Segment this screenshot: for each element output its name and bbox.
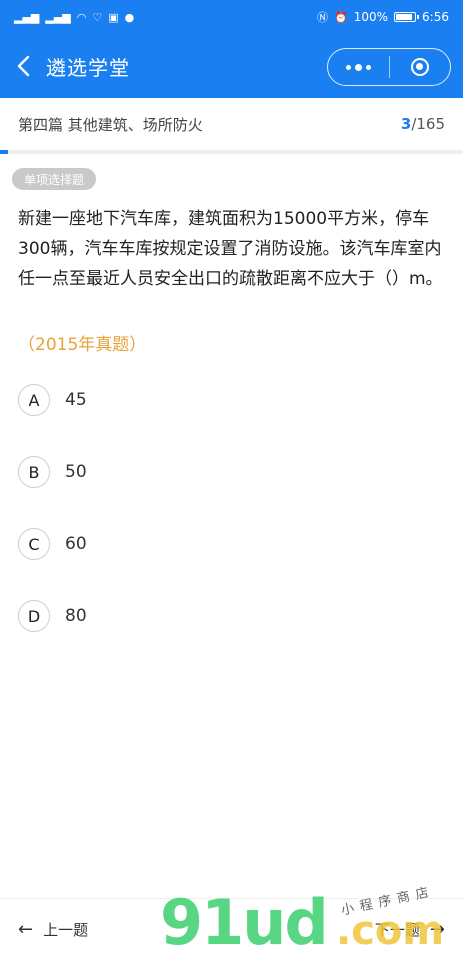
nfc-icon: Ⓝ xyxy=(317,10,329,24)
sim-signal-icon: ▂▄▆ xyxy=(14,10,40,24)
option-letter: C xyxy=(18,528,50,560)
current-question-number: 3 xyxy=(400,115,412,133)
sim-signal-icon: ▂▄▆ xyxy=(45,10,71,24)
chapter-title: 第四篇 其他建筑、场所防火 xyxy=(18,115,203,134)
status-time: 6:56 xyxy=(422,10,449,24)
prev-question-button[interactable]: ← 上一题 xyxy=(18,919,88,940)
option-c[interactable]: C 60 xyxy=(18,526,87,562)
option-text: 80 xyxy=(65,606,87,626)
progress-bar xyxy=(0,150,463,154)
mini-program-capsule xyxy=(327,48,451,86)
status-right-icons: Ⓝ ⏰ 100% 6:56 xyxy=(317,10,449,24)
option-text: 60 xyxy=(65,534,87,554)
total-question-count: /165 xyxy=(411,115,445,133)
option-letter: B xyxy=(18,456,50,488)
option-text: 45 xyxy=(65,390,87,410)
question-counter: 3/165 xyxy=(401,115,445,133)
chevron-left-icon xyxy=(17,55,30,77)
more-dots-icon xyxy=(345,63,371,71)
health-icon: ♡ xyxy=(92,10,103,24)
alarm-icon: ⏰ xyxy=(334,10,348,24)
question-type-badge: 单项选择题 xyxy=(12,168,97,190)
chapter-bar: 第四篇 其他建筑、场所防火 3/165 xyxy=(0,98,463,150)
target-icon xyxy=(410,58,429,76)
option-letter: A xyxy=(18,384,50,416)
battery-percent: 100% xyxy=(353,10,389,24)
arrow-right-icon: → xyxy=(429,918,445,940)
wifi-icon: ◠ xyxy=(76,10,87,24)
question-text: 新建一座地下汽车库，建筑面积为15000平方米，停车300辆，汽车车库按规定设置… xyxy=(18,209,443,289)
arrow-left-icon: ← xyxy=(18,918,34,940)
bottom-nav-bar: ← 上一题 下一题 → xyxy=(0,898,463,960)
close-mini-program-button[interactable] xyxy=(390,49,451,85)
progress-fill xyxy=(0,150,9,154)
option-a[interactable]: A 45 xyxy=(18,382,87,418)
more-button[interactable] xyxy=(328,49,389,85)
option-d[interactable]: D 80 xyxy=(18,598,87,634)
nav-bar: 遴选学堂 xyxy=(0,34,463,98)
app-icon: ▣ xyxy=(108,10,119,24)
option-letter: D xyxy=(18,600,50,632)
back-button[interactable] xyxy=(0,34,46,98)
page-title: 遴选学堂 xyxy=(46,55,130,80)
option-b[interactable]: B 50 xyxy=(18,454,87,490)
next-question-label: 下一题 xyxy=(374,921,420,939)
battery-icon xyxy=(394,12,420,22)
chat-icon: ● xyxy=(124,10,135,24)
option-text: 50 xyxy=(65,462,87,482)
prev-question-label: 上一题 xyxy=(43,921,89,939)
question-source: （2015年真题） xyxy=(18,335,147,355)
status-bar: ▂▄▆ ▂▄▆ ◠ ♡ ▣ ● Ⓝ ⏰ 100% 6:56 xyxy=(0,0,463,34)
status-left-icons: ▂▄▆ ▂▄▆ ◠ ♡ ▣ ● xyxy=(14,12,134,23)
next-question-button[interactable]: 下一题 → xyxy=(375,919,445,940)
